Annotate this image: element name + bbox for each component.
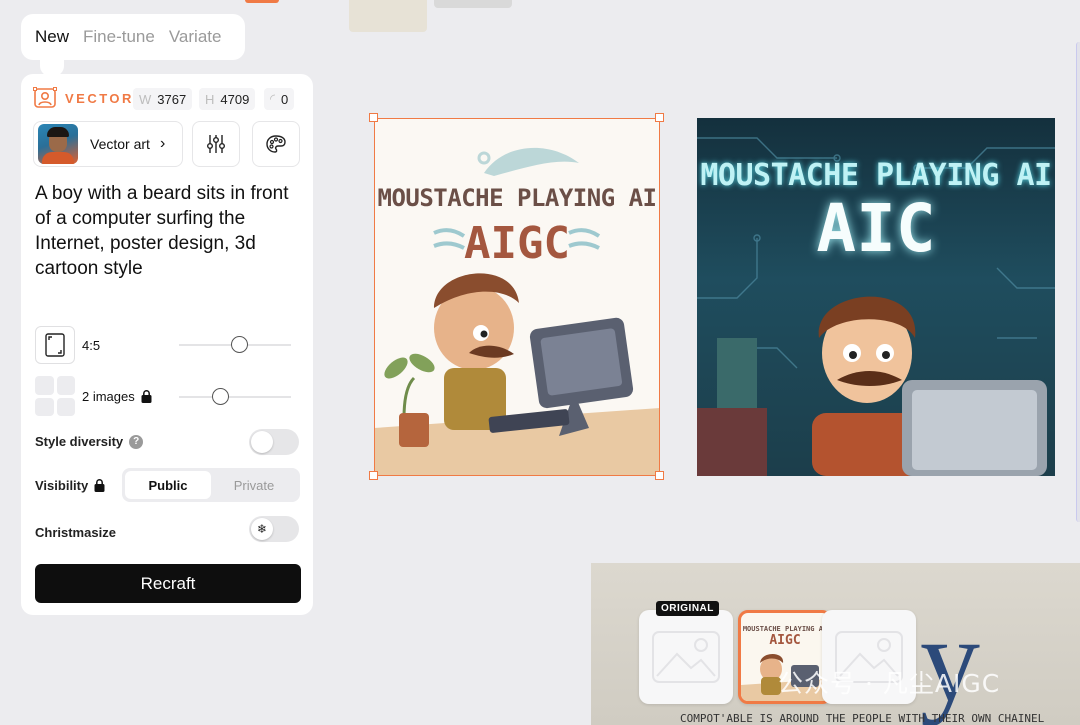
mode-tabs: New Fine-tune Variate	[21, 14, 245, 60]
width-value: 3767	[157, 91, 187, 107]
style-header: VECTOR	[33, 86, 134, 110]
visibility-label: Visibility	[35, 478, 105, 493]
tab-fine-tune[interactable]: Fine-tune	[83, 27, 155, 47]
right-edge-panel[interactable]	[1076, 42, 1080, 522]
aspect-ratio-knob[interactable]	[231, 336, 248, 353]
visibility-segmented-control: Public Private	[122, 468, 300, 502]
resize-handle-br[interactable]	[655, 471, 664, 480]
height-value: 4709	[220, 91, 250, 107]
original-badge: ORIGINAL	[656, 601, 719, 616]
style-label: VECTOR	[65, 90, 134, 106]
adjustments-button[interactable]	[192, 121, 240, 167]
top-thumbnail-2[interactable]	[434, 0, 512, 8]
recraft-button[interactable]: Recraft	[35, 564, 301, 603]
visibility-public-option[interactable]: Public	[125, 471, 211, 499]
resize-handle-bl[interactable]	[369, 471, 378, 480]
variation-thumb-original[interactable]	[639, 610, 733, 704]
toggle-knob	[251, 431, 273, 453]
canvas-image-2[interactable]: MOUSTACHE PLAYING AI AIC	[697, 118, 1055, 476]
canvas-image-selected[interactable]: MOUSTACHE PLAYING AI AIGC	[374, 118, 660, 476]
strip-caption: COMPOT'ABLE IS AROUND THE PEOPLE WITH TH…	[680, 712, 1045, 725]
resize-handle-tl[interactable]	[369, 113, 378, 122]
height-field[interactable]: H 4709	[199, 88, 256, 110]
help-icon[interactable]: ?	[129, 434, 144, 449]
christmasize-label: Christmasize	[35, 525, 116, 540]
tab-new[interactable]: New	[35, 27, 69, 47]
snowflake-icon: ❄	[251, 518, 273, 540]
image-count-slider[interactable]	[179, 388, 291, 405]
top-accent-bar	[245, 0, 279, 3]
vector-style-icon	[33, 87, 57, 108]
width-field[interactable]: W 3767	[133, 88, 193, 110]
christmasize-toggle[interactable]: ❄	[249, 516, 299, 542]
style-diversity-label: Style diversity ?	[35, 434, 144, 449]
poster-2-title: MOUSTACHE PLAYING AI	[700, 158, 1052, 193]
tab-variate[interactable]: Variate	[169, 27, 222, 47]
image-placeholder-icon	[652, 631, 720, 683]
model-selector-button[interactable]: Vector art ›	[33, 121, 183, 167]
aspect-ratio-slider[interactable]	[179, 336, 291, 353]
portrait-ratio-icon	[45, 333, 65, 357]
background-letter: y	[920, 593, 980, 725]
rotation-field[interactable]: ◜ 0	[264, 88, 295, 110]
resize-handle-tr[interactable]	[655, 113, 664, 122]
settings-panel: VECTOR W 3767 H 4709 ◜ 0 Vector art › A …	[21, 74, 313, 615]
aspect-ratio-label: 4:5	[82, 337, 101, 353]
prompt-textarea[interactable]: A boy with a beard sits in front of a co…	[35, 181, 305, 281]
image-count-knob[interactable]	[212, 388, 229, 405]
rotation-value: 0	[281, 91, 289, 107]
palette-icon	[266, 135, 286, 153]
image-count-grid-icon	[35, 376, 75, 416]
visibility-private-option[interactable]: Private	[211, 471, 297, 499]
model-avatar	[38, 124, 78, 164]
aspect-ratio-button[interactable]	[35, 326, 75, 364]
style-diversity-toggle[interactable]	[249, 429, 299, 455]
lock-icon	[94, 479, 105, 492]
watermark-text: 公众号 · 凡尘AIGC	[778, 669, 1001, 698]
top-thumbnail-1[interactable]	[349, 0, 427, 32]
sliders-icon	[207, 135, 225, 153]
model-name: Vector art	[90, 135, 150, 152]
image-count-label: 2 images	[82, 389, 152, 404]
chevron-right-icon: ›	[160, 135, 166, 152]
corner-radius-icon: ◜	[270, 91, 276, 106]
poster-2-subtitle: AIC	[816, 190, 936, 267]
selection-frame	[374, 118, 660, 476]
palette-button[interactable]	[252, 121, 300, 167]
lock-icon	[141, 389, 152, 403]
